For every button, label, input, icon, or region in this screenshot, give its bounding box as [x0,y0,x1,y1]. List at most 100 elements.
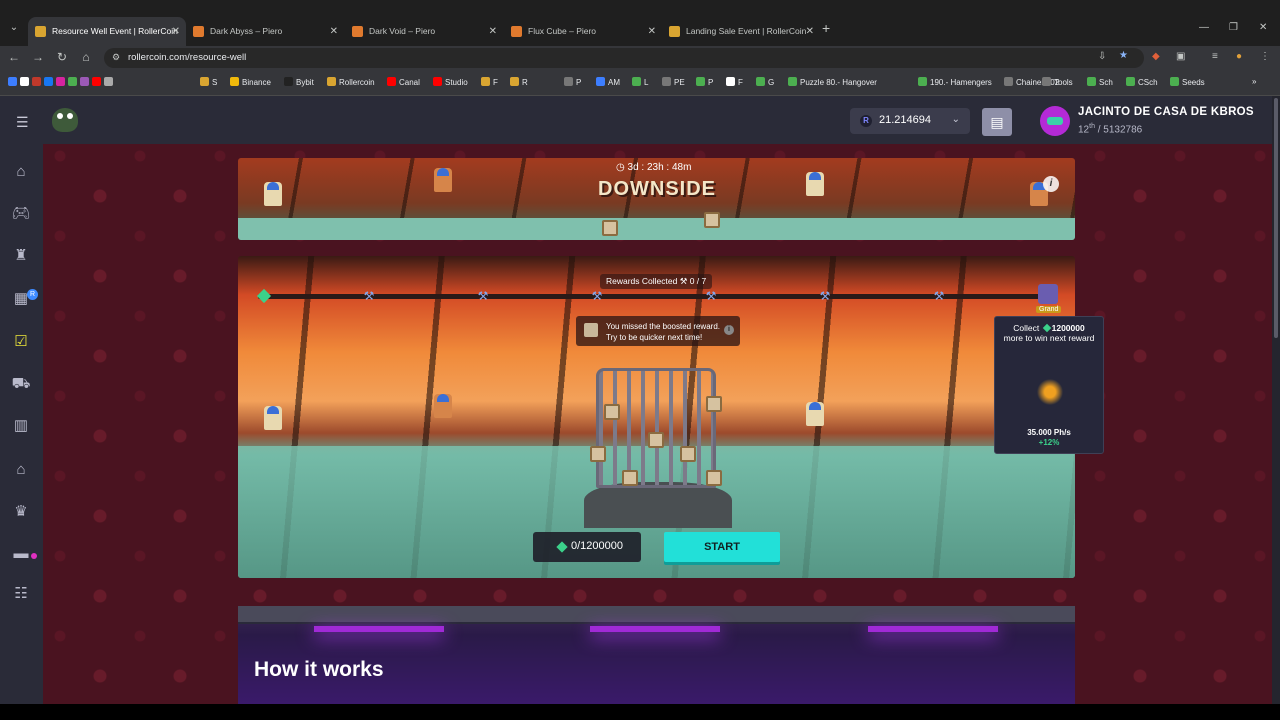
bookmark-icons-group[interactable] [8,77,116,87]
lock-icon [622,470,638,486]
close-icon[interactable]: ✕ [330,17,338,46]
glow-light [314,626,444,632]
bookmark-item[interactable]: F [481,77,498,87]
tab-search-icon[interactable]: ⌄ [6,20,22,36]
media-icon[interactable]: ≡ [1212,51,1218,62]
bookmark-item[interactable]: P [564,77,581,87]
bookmark-item[interactable]: P [696,77,713,87]
bookmark-item[interactable]: 190.- Hamengers [918,77,992,87]
miner-sprite [806,402,824,426]
reward-item-icon [1037,379,1063,405]
tab-dark-abyss[interactable]: Dark Abyss – Piero ✕ [186,17,344,46]
home-icon[interactable]: ⌂ [11,162,31,182]
balance-amount: 21.214694 [879,114,931,126]
extension-icon[interactable]: ◆ [1152,51,1160,62]
install-icon[interactable]: ⇩ [1098,51,1106,62]
menu-icon[interactable]: ☰ [16,114,29,131]
grand-reward-icon[interactable] [1038,284,1058,304]
bookmark-item[interactable]: AM [596,77,620,87]
list-icon[interactable]: ☷ [11,584,31,604]
decorative-rail [238,606,1075,624]
close-icon[interactable]: ✕ [648,17,656,46]
gamepad-icon[interactable]: 🎮︎ [11,204,31,224]
close-icon[interactable]: ✕ [806,17,814,46]
rewards-collected: Rewards Collected ⚒ 0 / 7 [600,274,713,289]
site-info-icon[interactable]: ⚙ [112,52,120,63]
bookmark-item[interactable]: G [756,77,774,87]
locked-cage [596,368,716,488]
tab-dark-void[interactable]: Dark Void – Piero ✕ [345,17,503,46]
address-bar[interactable]: ⚙ rollercoin.com/resource-well ⇩ ★ [104,48,1144,68]
piero-favicon-icon [511,26,522,37]
how-it-works-section: How it works [238,606,1075,704]
balance-selector[interactable]: R 21.214694 ⌄ [850,108,970,134]
bookmark-item[interactable]: Puzzle 80.- Hangover [788,77,877,87]
minimize-icon[interactable]: — [1199,22,1209,33]
browser-menu-icon[interactable]: ⋮ [1260,51,1270,62]
piero-favicon-icon [193,26,204,37]
avatar[interactable] [1040,106,1070,136]
bookmark-item[interactable]: Seeds [1170,77,1205,87]
new-tab-plus-icon[interactable]: + [822,20,830,36]
hammer-milestone-icon: ⚒ [591,289,603,303]
tab-resource-well[interactable]: Resource Well Event | RollerCoin ✕ [28,17,186,46]
close-icon[interactable]: ✕ [489,17,497,46]
wallet-icon[interactable]: ▤ [982,108,1012,136]
bookmark-item[interactable]: R [510,77,528,87]
forward-icon[interactable]: → [30,50,46,64]
info-icon[interactable]: i [1043,176,1059,192]
storage-icon[interactable]: ▥ [11,416,31,436]
trophy-icon[interactable]: ♛ [11,502,31,522]
grand-reward-tooltip: Collect 1200000 more to win next reward 3… [994,316,1104,454]
back-icon[interactable]: ← [6,50,22,64]
bookmark-item[interactable]: Tools [1042,77,1073,87]
username[interactable]: JACINTO DE CASA DE KBROS [1078,106,1254,118]
info-icon[interactable]: i [724,325,734,335]
sidebar: ⌂ 🎮︎ ♜ R ▦ ☑ ⛟ ▥ ⌂ ♛ ▬ ☷ [0,144,43,704]
event-icon[interactable]: ☑ [11,332,31,352]
bookmark-item[interactable]: CSch [1126,77,1158,87]
page-scrollbar[interactable] [1272,96,1280,704]
extensions-puzzle-icon[interactable]: ▣ [1176,51,1185,62]
restore-icon[interactable]: ❐ [1229,22,1238,33]
rollercoin-app: ☰ R 21.214694 ⌄ ▤ JACINTO DE CASA DE KBR… [0,96,1280,704]
home-browser-icon[interactable]: ⌂ [78,50,94,64]
resource-well-game: ⚒ ⚒ ⚒ ⚒ ⚒ ⚒ Grand Rewards Collected ⚒ 0 … [238,256,1075,578]
bookmark-star-icon[interactable]: ★ [1119,50,1128,61]
bookmark-item[interactable]: Rollercoin [327,77,375,87]
bookmark-item[interactable]: Sch [1087,77,1113,87]
profile-icon[interactable]: ● [1236,51,1242,62]
lock-icon [706,470,722,486]
house-icon[interactable]: ⌂ [11,460,31,480]
url-text[interactable]: rollercoin.com/resource-well [128,52,246,63]
reward-bonus: +12% [1038,438,1060,447]
reload-icon[interactable]: ↻ [54,50,70,64]
machine-icon[interactable]: ▬ [11,544,31,564]
start-button[interactable]: START [664,532,780,562]
bookmark-item[interactable]: Binance [230,77,271,87]
cart-icon[interactable]: ⛟ [11,374,31,394]
gem-icon [1042,323,1051,333]
event-timer: ◷ 3d : 23h : 48m [616,162,692,173]
bookmark-item[interactable]: Bybit [284,77,314,87]
bookmark-item[interactable]: L [632,77,648,87]
calendar-icon[interactable]: ▦ [11,289,31,309]
bookmark-item[interactable]: Studio [433,77,468,87]
window-close-icon[interactable]: ✕ [1259,22,1267,33]
bookmark-item[interactable]: F [726,77,743,87]
tab-landing-sale[interactable]: Landing Sale Event | RollerCoin ✕ [662,17,820,46]
rollercoin-logo[interactable] [52,108,78,132]
more-bookmarks-icon[interactable]: » [1252,77,1256,86]
hammer-milestone-icon: ⚒ [363,289,375,303]
tab-flux-cube[interactable]: Flux Cube – Piero ✕ [504,17,662,46]
reward-power: 35.000 Ph/s [1027,428,1071,437]
glow-light [868,626,998,632]
hammer-milestone-icon: ⚒ [705,289,717,303]
close-icon[interactable]: ✕ [172,17,180,46]
bookmark-item[interactable]: Canal [387,77,420,87]
bookmark-item[interactable]: S [200,77,217,87]
bookmark-item[interactable]: PE [662,77,685,87]
lock-icon [604,404,620,420]
scrollbar-thumb[interactable] [1274,98,1278,338]
rollertoken-icon[interactable]: ♜ [11,246,31,266]
